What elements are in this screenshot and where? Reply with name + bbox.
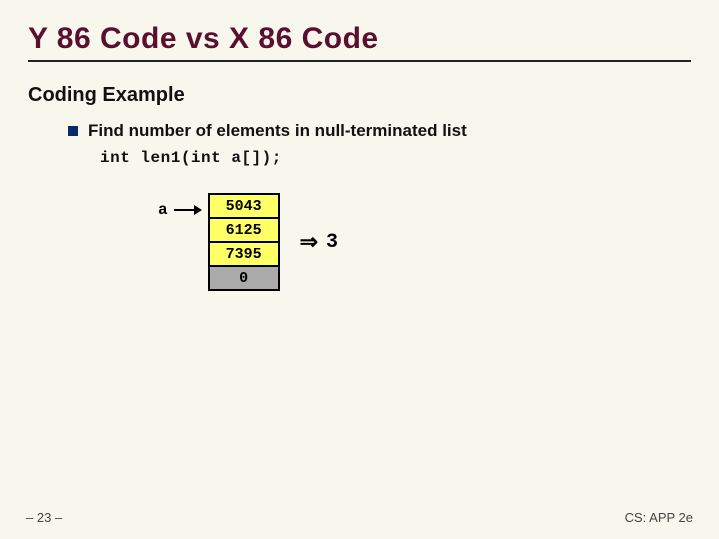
arrow-right-icon [174, 204, 202, 216]
array-variable-label: a [158, 201, 168, 219]
array-cell: 7395 [208, 241, 280, 267]
array-cell: 6125 [208, 217, 280, 243]
double-arrow-right-icon: ⇒ [300, 229, 318, 255]
title-underline [28, 60, 691, 62]
slide-number: – 23 – [26, 510, 62, 525]
slide-title: Y 86 Code vs X 86 Code [28, 22, 691, 56]
array-cell: 5043 [208, 193, 280, 219]
section-heading: Coding Example [28, 84, 691, 107]
result-value: 3 [326, 231, 338, 254]
array-diagram: a 5043 6125 7395 0 ⇒ 3 [158, 195, 691, 291]
bullet-text: Find number of elements in null-terminat… [88, 121, 467, 141]
array-cells: 5043 6125 7395 0 [208, 195, 280, 291]
array-cell-terminator: 0 [208, 265, 280, 291]
result-group: ⇒ 3 [300, 229, 338, 255]
course-tag: CS: APP 2e [625, 510, 693, 525]
pointer-label-group: a [158, 201, 202, 219]
code-signature: int len1(int a[]); [100, 149, 691, 167]
bullet-item: Find number of elements in null-terminat… [68, 121, 691, 141]
square-bullet-icon [68, 126, 78, 136]
